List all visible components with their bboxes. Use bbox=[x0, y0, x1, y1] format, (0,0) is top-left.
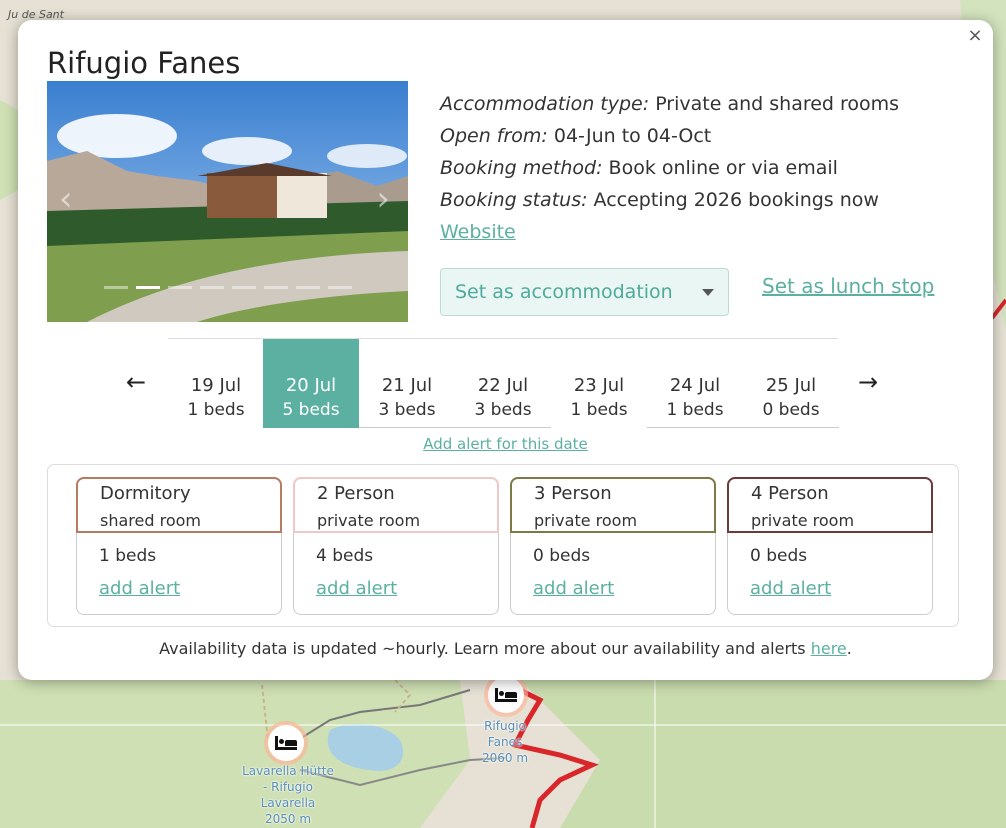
photo-dot[interactable] bbox=[200, 286, 224, 289]
popup-tip bbox=[494, 679, 518, 691]
photo-dot-active[interactable] bbox=[136, 286, 160, 289]
date-cell[interactable]: 21 Jul 3 beds bbox=[359, 339, 455, 428]
room-card-3-person: 3 Person private room 0 beds add alert bbox=[510, 477, 716, 615]
photo-dots bbox=[104, 286, 352, 289]
photo-carousel[interactable]: ‹ › bbox=[47, 81, 408, 322]
date-cell[interactable]: 19 Jul 1 beds bbox=[168, 339, 264, 428]
hut-marker-lavarella[interactable] bbox=[268, 725, 304, 761]
info-booking-method: Booking method: Book online or via email bbox=[440, 157, 838, 179]
add-alert-for-date-link[interactable]: Add alert for this date bbox=[18, 435, 993, 453]
map-label-fanes: Rifugio Fanes 2060 m bbox=[481, 719, 529, 765]
photo-dot[interactable] bbox=[104, 286, 128, 289]
photo-dot[interactable] bbox=[232, 286, 256, 289]
photo-dot[interactable] bbox=[264, 286, 288, 289]
add-alert-link[interactable]: add alert bbox=[316, 578, 397, 599]
hut-title: Rifugio Fanes bbox=[47, 46, 241, 80]
set-accommodation-dropdown[interactable]: Set as accommodation bbox=[440, 268, 729, 316]
photo-dot[interactable] bbox=[296, 286, 320, 289]
date-cell[interactable]: 25 Jul 0 beds bbox=[743, 339, 839, 428]
room-availability-panel: Dormitory shared room 1 beds add alert 2… bbox=[47, 464, 959, 627]
date-cell[interactable]: 23 Jul 1 beds bbox=[551, 339, 647, 428]
add-alert-link[interactable]: add alert bbox=[99, 578, 180, 599]
room-beds: 0 beds bbox=[533, 546, 591, 566]
add-alert-link[interactable]: add alert bbox=[533, 578, 614, 599]
date-cell-selected[interactable]: 20 Jul 5 beds bbox=[263, 339, 359, 428]
room-beds: 4 beds bbox=[316, 546, 374, 566]
website-link[interactable]: Website bbox=[440, 221, 516, 243]
date-cell[interactable]: 22 Jul 3 beds bbox=[455, 339, 551, 428]
room-card-dormitory: Dormitory shared room 1 beds add alert bbox=[76, 477, 282, 615]
close-button[interactable]: × bbox=[965, 26, 985, 46]
bed-icon bbox=[275, 736, 297, 750]
photo-next-button[interactable]: › bbox=[376, 179, 390, 219]
set-lunch-stop-link[interactable]: Set as lunch stop bbox=[762, 274, 934, 298]
room-card-header: 3 Person private room bbox=[510, 477, 716, 533]
dates-next-button[interactable]: → bbox=[858, 368, 878, 396]
room-card-header: Dormitory shared room bbox=[76, 477, 282, 533]
dates-prev-button[interactable]: ← bbox=[126, 368, 146, 396]
info-accommodation-type: Accommodation type: Private and shared r… bbox=[440, 93, 900, 115]
map-label-lavarella: Lavarella Hütte - Rifugio Lavarella 2050… bbox=[242, 764, 334, 826]
photo-prev-button[interactable]: ‹ bbox=[59, 179, 73, 219]
hut-info: Accommodation type: Private and shared r… bbox=[440, 88, 899, 248]
availability-footnote: Availability data is updated ~hourly. Le… bbox=[159, 639, 852, 658]
hut-popup: × Rifugio Fanes ‹ › Accommodation type: … bbox=[18, 20, 993, 680]
set-accommodation-label: Set as accommodation bbox=[455, 281, 673, 303]
room-card-header: 4 Person private room bbox=[727, 477, 933, 533]
date-strip: 19 Jul 1 beds 20 Jul 5 beds 21 Jul 3 bed… bbox=[168, 338, 839, 428]
info-open-dates: Open from: 04-Jun to 04-Oct bbox=[440, 125, 712, 147]
date-cell[interactable]: 24 Jul 1 beds bbox=[647, 339, 743, 428]
photo-dot[interactable] bbox=[328, 286, 352, 289]
room-card-header: 2 Person private room bbox=[293, 477, 499, 533]
add-alert-link[interactable]: add alert bbox=[750, 578, 831, 599]
room-card-2-person: 2 Person private room 4 beds add alert bbox=[293, 477, 499, 615]
learn-more-link[interactable]: here bbox=[811, 639, 847, 658]
info-booking-status: Booking status: Accepting 2026 bookings … bbox=[440, 189, 879, 211]
room-card-4-person: 4 Person private room 0 beds add alert bbox=[727, 477, 933, 615]
caret-down-icon bbox=[702, 289, 714, 296]
photo-dot[interactable] bbox=[168, 286, 192, 289]
room-beds: 0 beds bbox=[750, 546, 808, 566]
room-beds: 1 beds bbox=[99, 546, 157, 566]
